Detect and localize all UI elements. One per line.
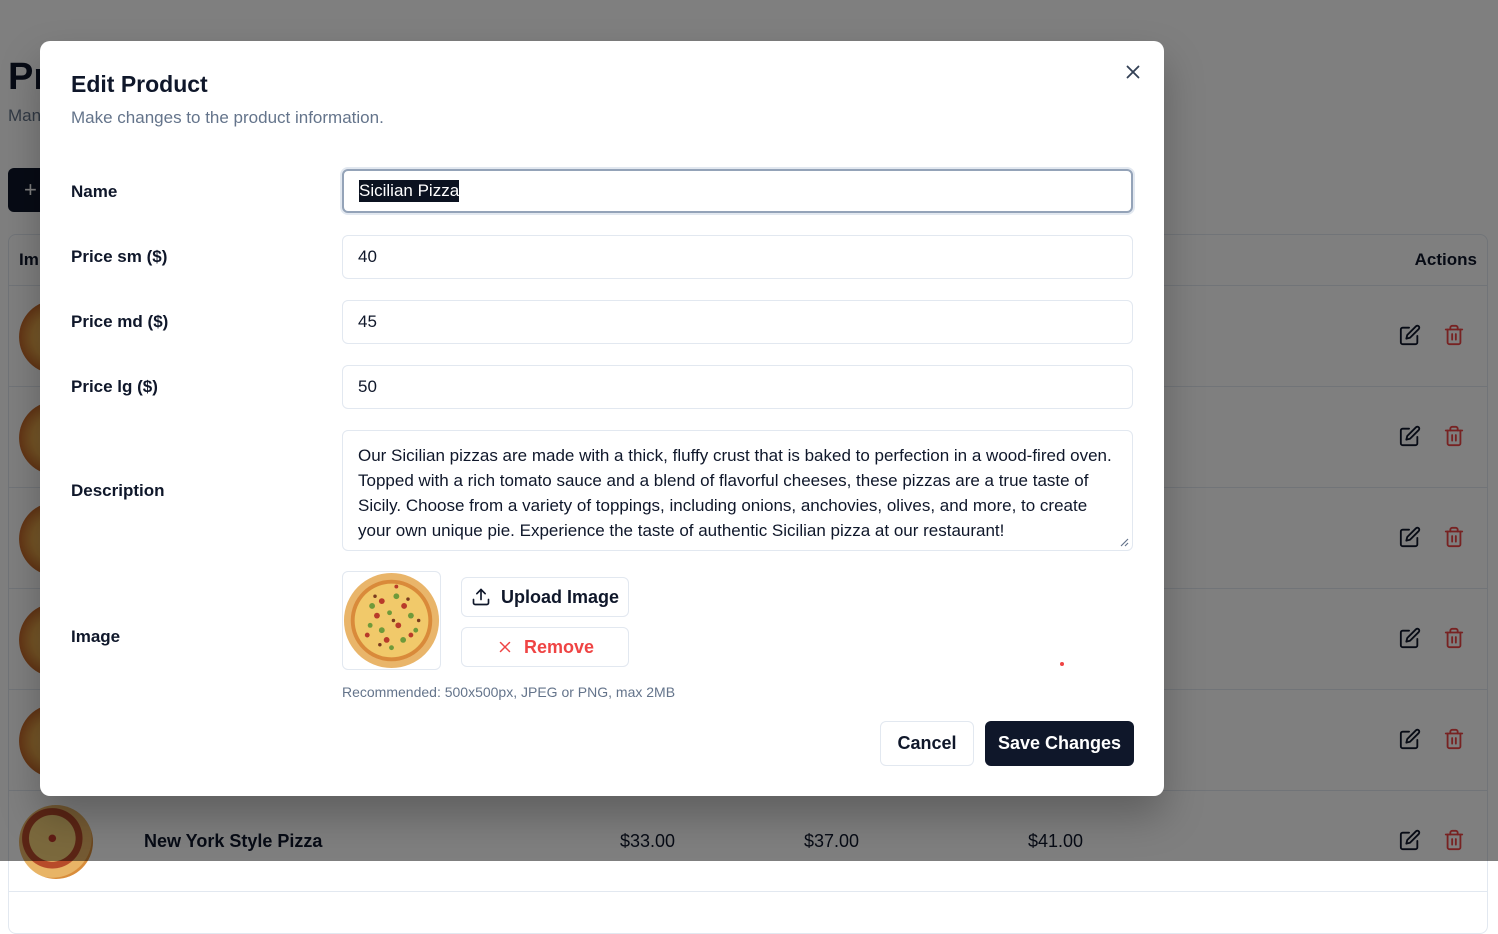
upload-icon: [472, 588, 490, 606]
description-textarea[interactable]: Our Sicilian pizzas are made with a thic…: [342, 430, 1133, 551]
pizza-image: [343, 572, 440, 669]
x-icon: [499, 641, 511, 653]
price-md-input-value: 45: [358, 312, 377, 331]
remove-image-button[interactable]: Remove: [461, 627, 629, 667]
price-md-input[interactable]: 45: [342, 300, 1133, 344]
x-icon: [1126, 65, 1140, 79]
price-lg-input-value: 50: [358, 377, 377, 396]
upload-image-label: Upload Image: [500, 586, 620, 607]
product-image-preview: [342, 571, 441, 670]
description-label: Description: [71, 481, 165, 500]
price-lg-label: Price lg ($): [71, 377, 158, 396]
description-textarea-value: Our Sicilian pizzas are made with a thic…: [358, 446, 1112, 540]
upload-image-button[interactable]: Upload Image: [461, 577, 629, 617]
cancel-button[interactable]: Cancel: [880, 721, 974, 766]
dialog-description: Make changes to the product information.: [71, 108, 384, 127]
resize-handle-icon[interactable]: [1119, 537, 1129, 547]
price-sm-label: Price sm ($): [71, 247, 168, 266]
close-button[interactable]: [1122, 61, 1144, 83]
price-sm-input[interactable]: 40: [342, 235, 1133, 279]
price-md-label: Price md ($): [71, 312, 169, 331]
name-input[interactable]: Sicilian Pizza: [342, 169, 1133, 213]
name-label: Name: [71, 182, 118, 201]
price-sm-input-value: 40: [358, 247, 377, 266]
name-input-value: Sicilian Pizza: [359, 180, 460, 202]
edit-product-dialog: Edit Product Make changes to the product…: [40, 41, 1164, 796]
remove-image-label: Remove: [523, 636, 595, 657]
cursor-dot: [1060, 662, 1064, 666]
price-lg-input[interactable]: 50: [342, 365, 1133, 409]
image-label: Image: [71, 627, 121, 646]
save-changes-button[interactable]: Save Changes: [985, 721, 1134, 766]
dialog-title: Edit Product: [71, 71, 208, 97]
image-hint: Recommended: 500x500px, JPEG or PNG, max…: [342, 684, 676, 700]
